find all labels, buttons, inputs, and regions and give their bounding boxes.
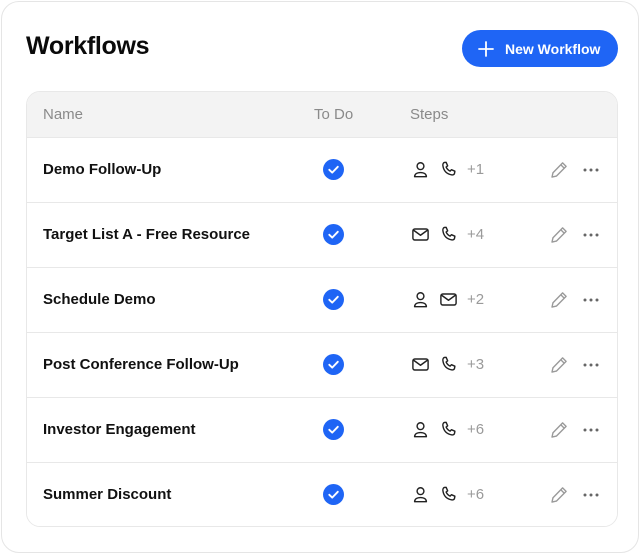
pencil-icon[interactable] (549, 290, 569, 310)
phone-icon (439, 355, 458, 374)
workflow-name: Target List A - Free Resource (43, 226, 250, 243)
more-options-icon[interactable] (582, 485, 600, 505)
more-options-icon[interactable] (582, 420, 600, 440)
workflow-name: Post Conference Follow-Up (43, 356, 239, 373)
workflow-name: Demo Follow-Up (43, 161, 162, 178)
table-header: Name To Do Steps (27, 92, 617, 137)
check-circle-icon (323, 289, 344, 310)
user-icon (411, 290, 430, 309)
column-header-name: Name (43, 106, 84, 123)
plus-icon (477, 40, 495, 58)
table-row[interactable]: Target List A - Free Resource +4 (27, 202, 617, 267)
more-options-icon[interactable] (582, 290, 600, 310)
steps-more-count: +6 (467, 421, 485, 438)
steps-more-count: +6 (467, 486, 485, 503)
column-header-steps: Steps (410, 106, 449, 123)
pencil-icon[interactable] (549, 420, 569, 440)
pencil-icon[interactable] (549, 225, 569, 245)
check-circle-icon (323, 224, 344, 245)
table-row[interactable]: Summer Discount +6 (27, 462, 617, 526)
workflow-name: Summer Discount (43, 486, 172, 503)
check-circle-icon (323, 354, 344, 375)
phone-icon (439, 420, 458, 439)
steps-more-count: +1 (467, 161, 485, 178)
check-circle-icon (323, 159, 344, 180)
table-row[interactable]: Demo Follow-Up +1 (27, 137, 617, 202)
page-title: Workflows (26, 32, 150, 60)
pencil-icon[interactable] (549, 485, 569, 505)
check-circle-icon (323, 484, 344, 505)
table-row[interactable]: Post Conference Follow-Up +3 (27, 332, 617, 397)
steps-more-count: +2 (467, 291, 485, 308)
pencil-icon[interactable] (549, 355, 569, 375)
user-icon (411, 160, 430, 179)
new-workflow-button[interactable]: New Workflow (462, 30, 618, 67)
mail-icon (439, 290, 458, 309)
workflows-card: Workflows New Workflow Name To Do Steps … (1, 1, 639, 553)
phone-icon (439, 160, 458, 179)
table-row[interactable]: Schedule Demo +2 (27, 267, 617, 332)
more-options-icon[interactable] (582, 160, 600, 180)
workflow-name: Investor Engagement (43, 421, 196, 438)
more-options-icon[interactable] (582, 355, 600, 375)
phone-icon (439, 485, 458, 504)
steps-more-count: +4 (467, 226, 485, 243)
workflow-name: Schedule Demo (43, 291, 156, 308)
column-header-todo: To Do (314, 106, 354, 123)
user-icon (411, 485, 430, 504)
mail-icon (411, 225, 430, 244)
table-row[interactable]: Investor Engagement +6 (27, 397, 617, 462)
mail-icon (411, 355, 430, 374)
new-workflow-label: New Workflow (505, 40, 601, 57)
steps-more-count: +3 (467, 356, 485, 373)
phone-icon (439, 225, 458, 244)
user-icon (411, 420, 430, 439)
workflows-table: Name To Do Steps Demo Follow-Up +1 Targe… (26, 91, 618, 527)
more-options-icon[interactable] (582, 225, 600, 245)
pencil-icon[interactable] (549, 160, 569, 180)
check-circle-icon (323, 419, 344, 440)
